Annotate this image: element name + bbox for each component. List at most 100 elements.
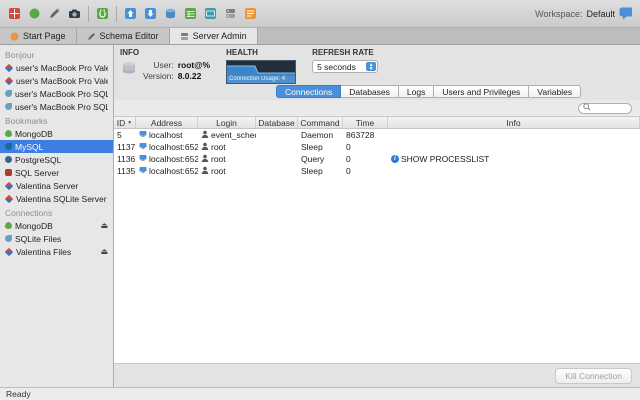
host-icon xyxy=(139,166,147,176)
table-editor-icon[interactable] xyxy=(184,7,197,20)
sidebar-item-bonjour-sqlite[interactable]: user's MacBook Pro SQLite xyxy=(0,100,113,113)
sidebar-item-connection-mongodb[interactable]: MongoDB ⏏ xyxy=(0,219,113,232)
column-header-login[interactable]: Login xyxy=(198,117,256,128)
edit-pencil-icon[interactable] xyxy=(48,7,61,20)
column-header-database[interactable]: Database xyxy=(256,117,298,128)
database-icon[interactable] xyxy=(164,7,177,20)
valentina-icon xyxy=(4,194,14,203)
connections-table-body: 5 localhost event_scheduler Daemon 86372… xyxy=(114,129,640,363)
eject-icon[interactable]: ⏏ xyxy=(100,221,108,230)
workspace-value: Default xyxy=(586,8,615,19)
workspace-label: Workspace: xyxy=(535,8,583,19)
search-icon xyxy=(583,102,591,114)
sqlite-icon xyxy=(5,103,12,110)
column-header-time[interactable]: Time xyxy=(343,117,388,128)
download-icon[interactable] xyxy=(144,7,157,20)
sqlite-icon xyxy=(5,235,12,242)
diagram-editor-icon[interactable] xyxy=(204,7,217,20)
sqlite-icon xyxy=(5,90,12,97)
filter-row xyxy=(114,100,640,117)
valentina-icon xyxy=(4,76,14,85)
table-row[interactable]: 1137 localhost:65247 root Sleep 0 xyxy=(114,141,640,153)
tab-start-page[interactable]: Start Page xyxy=(0,28,77,44)
schema-editor-icon xyxy=(87,32,96,41)
connections-table-header: ID ▼ Address Login Database Command Time… xyxy=(114,117,640,129)
sidebar-item-mongodb[interactable]: MongoDB xyxy=(0,127,113,140)
refresh-rate-dropdown[interactable]: 5 seconds ▲ ▼ xyxy=(312,60,379,73)
status-bar: Ready xyxy=(0,387,640,400)
search-input[interactable] xyxy=(578,102,632,114)
column-header-command[interactable]: Command xyxy=(298,117,343,128)
table-row[interactable]: 1135 localhost:65245 root Sleep 0 xyxy=(114,165,640,177)
table-row[interactable]: 1136 localhost:65246 root Query 0 iSHOW … xyxy=(114,153,640,165)
info-circle-icon: i xyxy=(391,155,399,163)
sidebar-section-bookmarks: Bookmarks xyxy=(5,116,48,126)
column-header-id[interactable]: ID ▼ xyxy=(114,117,136,128)
sidebar-item-bonjour-valentina-ssl[interactable]: user's MacBook Pro Valentina (S... xyxy=(0,61,113,74)
connection-usage-label: Connection Usage: 4 xyxy=(227,76,296,83)
health-group: HEALTH Connection Usage: 4 xyxy=(226,48,297,85)
sidebar-item-connection-valentina-files[interactable]: Valentina Files ⏏ xyxy=(0,245,113,258)
tab-label: Start Page xyxy=(23,31,66,41)
main-toolbar: Workspace: Default xyxy=(0,0,640,28)
table-action-bar: Kill Connection xyxy=(114,363,640,387)
sidebar-item-bonjour-valentina[interactable]: user's MacBook Pro Valentina xyxy=(0,74,113,87)
refresh-rate-group: REFRESH RATE 5 seconds ▲ ▼ xyxy=(312,48,379,85)
valentina-icon xyxy=(4,63,14,72)
kill-connection-button[interactable]: Kill Connection xyxy=(555,367,632,384)
host-icon xyxy=(139,154,147,164)
user-icon xyxy=(201,166,209,176)
mysql-icon xyxy=(5,143,12,150)
tab-connections[interactable]: Connections xyxy=(276,85,342,98)
report-editor-icon[interactable] xyxy=(244,7,257,20)
sidebar-item-postgresql[interactable]: PostgreSQL xyxy=(0,153,113,166)
column-header-address[interactable]: Address xyxy=(136,117,198,128)
eject-icon[interactable]: ⏏ xyxy=(100,247,108,256)
tab-logs[interactable]: Logs xyxy=(398,85,435,98)
info-group: INFO User: root@% Version: 8.0.22 xyxy=(120,48,210,85)
feedback-chat-icon[interactable] xyxy=(619,7,632,20)
sidebar-item-valentina-sqlite-server[interactable]: Valentina SQLite Server xyxy=(0,192,113,205)
workspace-area: Workspace: Default xyxy=(535,7,632,20)
sidebar-item-sql-server[interactable]: SQL Server xyxy=(0,166,113,179)
sidebar-item-bonjour-sqlite-ssl[interactable]: user's MacBook Pro SQLite (SSL) xyxy=(0,87,113,100)
sidebar-item-valentina-server[interactable]: Valentina Server xyxy=(0,179,113,192)
column-header-info[interactable]: Info xyxy=(388,117,640,128)
tab-schema-editor[interactable]: Schema Editor xyxy=(76,28,170,44)
tab-variables[interactable]: Variables xyxy=(529,85,582,98)
valentina-icon xyxy=(4,247,14,256)
status-text: Ready xyxy=(6,389,31,399)
servers-sidebar: Bonjour user's MacBook Pro Valentina (S.… xyxy=(0,45,114,387)
mongodb-icon xyxy=(5,130,12,137)
tab-databases[interactable]: Databases xyxy=(341,85,399,98)
sidebar-section-connections: Connections xyxy=(5,208,53,218)
tab-users-and-privileges[interactable]: Users and Privileges xyxy=(434,85,530,98)
server-status-header: INFO User: root@% Version: 8.0.22 HEALTH xyxy=(114,45,640,85)
server-admin-tab-icon xyxy=(180,32,189,41)
table-row[interactable]: 5 localhost event_scheduler Daemon 86372… xyxy=(114,129,640,141)
refresh-rate-title: REFRESH RATE xyxy=(312,48,374,57)
snapshot-camera-icon[interactable] xyxy=(68,7,81,20)
tab-label: Server Admin xyxy=(192,31,247,41)
user-icon xyxy=(201,154,209,164)
new-database-icon[interactable] xyxy=(8,7,21,20)
toolbar-separator xyxy=(88,5,89,22)
refresh-rate-value: 5 seconds xyxy=(317,61,356,72)
tab-server-admin[interactable]: Server Admin xyxy=(169,28,258,44)
sidebar-item-mysql[interactable]: MySQL xyxy=(0,140,113,153)
server-database-icon xyxy=(120,60,138,79)
valentina-icon xyxy=(4,181,14,190)
user-icon xyxy=(201,130,209,140)
server-admin-icon[interactable] xyxy=(224,7,237,20)
connect-icon[interactable] xyxy=(28,7,41,20)
version-value: 8.0.22 xyxy=(177,71,202,81)
toolbar-separator xyxy=(116,5,117,22)
sidebar-item-connection-sqlite-files[interactable]: SQLite Files xyxy=(0,232,113,245)
tab-label: Schema Editor xyxy=(99,31,159,41)
version-label: Version: xyxy=(143,71,174,81)
sql-server-icon xyxy=(5,169,12,176)
plug-connection-icon[interactable] xyxy=(96,7,109,20)
sort-desc-icon: ▼ xyxy=(127,119,133,126)
upload-icon[interactable] xyxy=(124,7,137,20)
dropdown-chevrons-icon: ▲ ▼ xyxy=(366,62,377,71)
